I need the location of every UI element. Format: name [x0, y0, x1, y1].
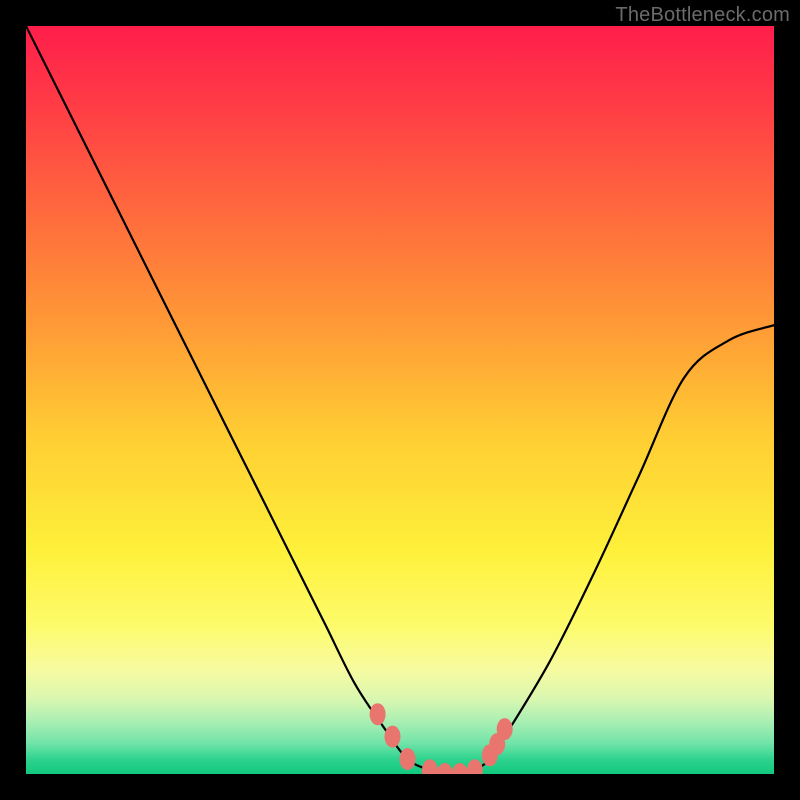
marker-point [452, 763, 468, 774]
watermark-text: TheBottleneck.com [615, 4, 790, 27]
bottleneck-curve-line [26, 26, 774, 774]
marker-group [370, 703, 513, 774]
marker-point [437, 763, 453, 774]
chart-plot-area [26, 26, 774, 774]
marker-point [370, 703, 386, 725]
marker-point [385, 726, 401, 748]
marker-point [467, 759, 483, 774]
bottleneck-curve-svg [26, 26, 774, 774]
marker-point [400, 748, 416, 770]
marker-point [497, 718, 513, 740]
marker-point [422, 759, 438, 774]
